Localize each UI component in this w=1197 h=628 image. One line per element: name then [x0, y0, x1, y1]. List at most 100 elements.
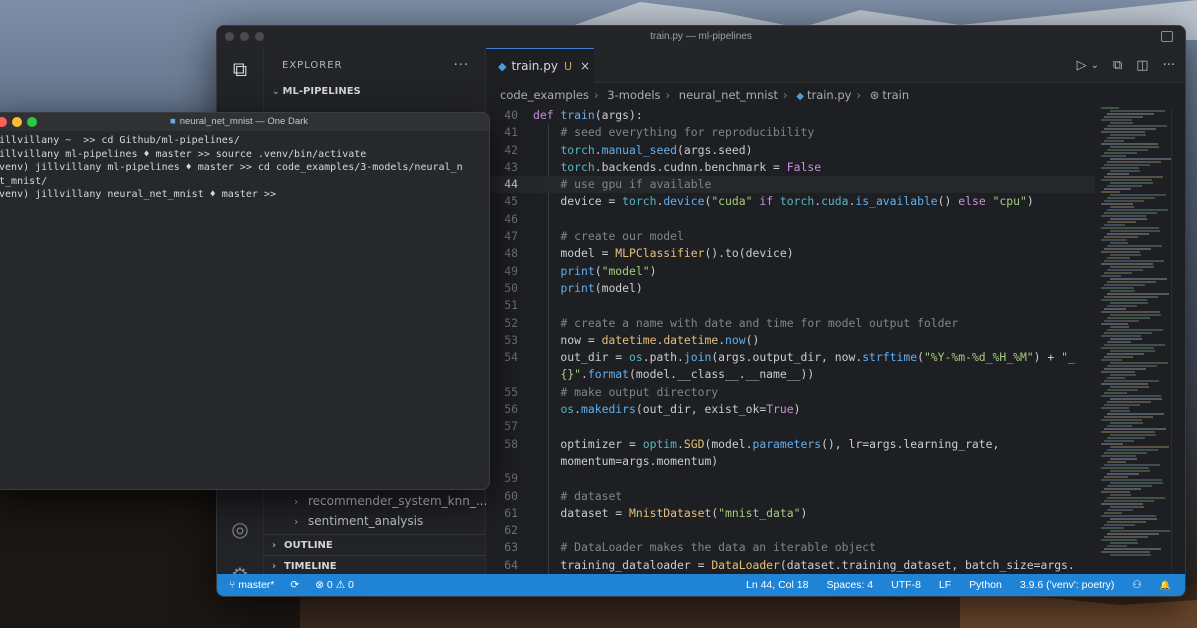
- minimap-line: [1110, 278, 1167, 280]
- workspace-root-folder[interactable]: ⌄ ML-PIPELINES: [264, 83, 485, 101]
- cursor-position[interactable]: Ln 44, Col 18: [746, 574, 808, 596]
- python-interpreter[interactable]: 3.9.6 ('venv': poetry): [1020, 574, 1114, 596]
- compare-icon[interactable]: ⧉: [1113, 58, 1122, 73]
- line-number: 50: [504, 280, 518, 295]
- feedback-icon[interactable]: ⚇: [1132, 574, 1141, 596]
- line-text: def train(args):: [533, 108, 643, 122]
- breadcrumb-item[interactable]: 3-models: [607, 88, 660, 102]
- code-line[interactable]: 50 print(model): [486, 280, 1095, 297]
- line-number: 47: [504, 229, 518, 244]
- tab-train-py[interactable]: ◆ train.py U ×: [486, 48, 594, 83]
- minimap-line: [1110, 434, 1156, 436]
- code-line[interactable]: 40 def train(args):: [486, 107, 1095, 124]
- code-line[interactable]: 58 optimizer = optim.SGD(model.parameter…: [486, 436, 1095, 453]
- code-line[interactable]: 61 dataset = MnistDataset("mnist_data"): [486, 505, 1095, 522]
- line-text: optimizer = optim.SGD(model.parameters()…: [533, 436, 1000, 451]
- section-label: TIMELINE: [284, 561, 337, 572]
- code-line[interactable]: 52 # create a name with date and time fo…: [486, 315, 1095, 332]
- window-controls[interactable]: [225, 32, 264, 41]
- minimap-line: [1104, 176, 1163, 178]
- zoom-window-button[interactable]: [27, 117, 37, 127]
- line-number: 51: [504, 298, 518, 313]
- end-of-line[interactable]: LF: [939, 574, 951, 596]
- code-line[interactable]: 41 # seed everything for reproducibility: [486, 124, 1095, 141]
- close-tab-icon[interactable]: ×: [580, 59, 590, 73]
- tree-item-sentiment[interactable]: › sentiment_analysis: [294, 514, 423, 528]
- minimap-line: [1101, 455, 1136, 457]
- code-line[interactable]: 44 # use gpu if available: [486, 176, 1095, 194]
- language-mode[interactable]: Python: [969, 574, 1002, 596]
- code-line[interactable]: 49 print("model"): [486, 263, 1095, 280]
- code-line[interactable]: 53 now = datetime.datetime.now(): [486, 332, 1095, 349]
- code-line[interactable]: 64 training_dataloader = DataLoader(data…: [486, 557, 1095, 574]
- breadcrumb-item[interactable]: train: [882, 88, 909, 102]
- minimap-line: [1110, 350, 1155, 352]
- code-line[interactable]: 47 # create our model: [486, 228, 1095, 245]
- terminal-output[interactable]: jillvillany ~ >> cd Github/ml-pipelines/…: [0, 131, 489, 202]
- tree-item-recommender[interactable]: › recommender_system_knn_...: [294, 494, 487, 508]
- explorer-files-icon[interactable]: ⧉: [227, 56, 253, 82]
- timeline-section[interactable]: › TIMELINE: [264, 555, 485, 576]
- run-icon[interactable]: ▷: [1077, 58, 1087, 73]
- code-line[interactable]: 63 # DataLoader makes the data an iterab…: [486, 539, 1095, 556]
- code-line[interactable]: 45 device = torch.device("cuda" if torch…: [486, 193, 1095, 210]
- minimize-window-button[interactable]: [12, 117, 22, 127]
- minimap-line: [1104, 524, 1135, 526]
- more-actions-icon[interactable]: ···: [1163, 58, 1175, 73]
- minimap-line: [1101, 191, 1120, 193]
- minimap-line: [1110, 398, 1162, 400]
- minimap-line: [1104, 512, 1122, 514]
- sync-icon[interactable]: ⟳: [290, 574, 299, 596]
- line-text: torch.backends.cudnn.benchmark = False: [560, 159, 822, 174]
- minimap-line: [1110, 242, 1128, 244]
- minimap-line: [1101, 443, 1123, 445]
- warnings-count: ⚠ 0: [335, 579, 354, 591]
- code-line[interactable]: 55 # make output directory: [486, 384, 1095, 401]
- explorer-header: EXPLORER ···: [264, 48, 485, 83]
- minimap-line: [1110, 122, 1133, 124]
- code-line[interactable]: 62: [486, 522, 1095, 539]
- line-number: 56: [504, 402, 518, 417]
- run-dropdown-icon[interactable]: ⌄: [1091, 60, 1099, 71]
- code-line[interactable]: 51: [486, 297, 1095, 314]
- account-icon[interactable]: ◎: [227, 516, 253, 542]
- minimap-line: [1101, 311, 1160, 313]
- code-line[interactable]: 42 torch.manual_seed(args.seed): [486, 142, 1095, 159]
- code-line[interactable]: 57: [486, 418, 1095, 435]
- outline-section[interactable]: › OUTLINE: [264, 534, 485, 555]
- minimap-line: [1104, 320, 1139, 322]
- code-editor[interactable]: 40 def train(args): 41 # seed everything f…: [486, 107, 1095, 574]
- encoding[interactable]: UTF-8: [891, 574, 921, 596]
- code-line[interactable]: 59: [486, 470, 1095, 487]
- explorer-more-button[interactable]: ···: [454, 48, 469, 83]
- minimap-line: [1101, 335, 1141, 337]
- vscode-titlebar: train.py — ml-pipelines: [217, 26, 1185, 48]
- layout-icon[interactable]: [1161, 31, 1173, 42]
- code-line[interactable]: 43 torch.backends.cudnn.benchmark = Fals…: [486, 159, 1095, 176]
- minimap[interactable]: [1101, 107, 1172, 574]
- line-number: 62: [504, 523, 518, 538]
- breadcrumb: code_examples › 3-models › neural_net_mnis…: [500, 88, 910, 102]
- notifications-bell-icon[interactable]: 🔔: [1160, 574, 1171, 596]
- close-window-button[interactable]: [0, 117, 7, 127]
- minimap-line: [1101, 155, 1126, 157]
- code-line[interactable]: 48 model = MLPClassifier().to(device): [486, 245, 1095, 262]
- code-line[interactable]: 46: [486, 211, 1095, 228]
- split-editor-icon[interactable]: ◫: [1136, 58, 1148, 73]
- breadcrumb-item[interactable]: neural_net_mnist: [679, 88, 778, 102]
- git-branch-status[interactable]: ⑂ master*: [229, 574, 274, 596]
- line-text: # use gpu if available: [560, 177, 712, 192]
- editor-scrollbar[interactable]: [1171, 107, 1185, 574]
- code-line[interactable]: momentum=args.momentum): [486, 453, 1095, 470]
- code-line[interactable]: {}".format(model.__class__.__name__)): [486, 366, 1095, 383]
- minimap-line: [1107, 233, 1149, 235]
- window-controls[interactable]: [0, 117, 37, 127]
- code-line[interactable]: 56 os.makedirs(out_dir, exist_ok=True): [486, 401, 1095, 418]
- breadcrumb-item[interactable]: code_examples: [500, 88, 589, 102]
- code-line[interactable]: 54 out_dir = os.path.join(args.output_di…: [486, 349, 1095, 366]
- indentation[interactable]: Spaces: 4: [826, 574, 873, 596]
- terminal-window[interactable]: ■ neural_net_mnist — One Dark jillvillany…: [0, 112, 490, 490]
- problems-status[interactable]: ⊗ 0 ⚠ 0: [315, 574, 354, 596]
- breadcrumb-item[interactable]: train.py: [807, 88, 852, 102]
- code-line[interactable]: 60 # dataset: [486, 488, 1095, 505]
